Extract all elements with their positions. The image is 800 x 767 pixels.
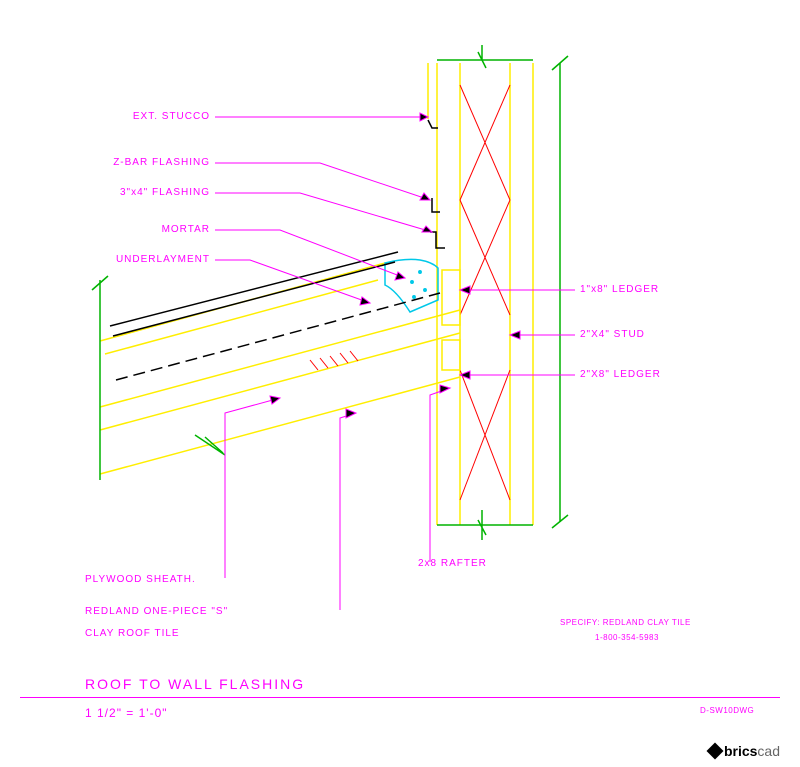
label-zbar-flashing: Z-BAR FLASHING — [113, 157, 210, 168]
bricscad-logo-icon — [706, 743, 723, 760]
label-stud-2x4: 2"X4" STUD — [580, 329, 645, 340]
label-underlayment: UNDERLAYMENT — [116, 254, 210, 265]
label-roof-tile-line1: REDLAND ONE-PIECE "S" — [85, 606, 228, 617]
drawing-scale: 1 1/2" = 1'-0" — [85, 706, 168, 720]
label-plywood-sheath: PLYWOOD SHEATH. — [85, 574, 196, 585]
leaders-right — [460, 286, 575, 379]
label-roof-tile-line2: CLAY ROOF TILE — [85, 628, 180, 639]
drawing-canvas — [0, 0, 800, 767]
leaders-bottom — [225, 385, 450, 610]
bricscad-logo: bricscad — [709, 743, 780, 759]
title-underline — [20, 697, 780, 698]
wall-structure — [100, 63, 533, 525]
leaders-left — [215, 113, 432, 305]
label-rafter-2x8: 2x8 RAFTER — [418, 558, 487, 569]
specify-line1: SPECIFY: REDLAND CLAY TILE — [560, 618, 691, 627]
label-mortar: MORTAR — [162, 224, 210, 235]
ledgers — [442, 270, 460, 370]
label-3x4-flashing: 3"x4" FLASHING — [120, 187, 210, 198]
label-ledger-1x8: 1"x8" LEDGER — [580, 284, 659, 295]
specify-line2: 1-800-354-5983 — [595, 633, 659, 642]
doc-number: D-SW10DWG — [700, 706, 754, 715]
label-ledger-2x8: 2"X8" LEDGER — [580, 369, 661, 380]
label-ext-stucco: EXT. STUCCO — [133, 111, 210, 122]
mortar-fill — [385, 259, 438, 312]
drawing-title: ROOF TO WALL FLASHING — [85, 676, 305, 692]
